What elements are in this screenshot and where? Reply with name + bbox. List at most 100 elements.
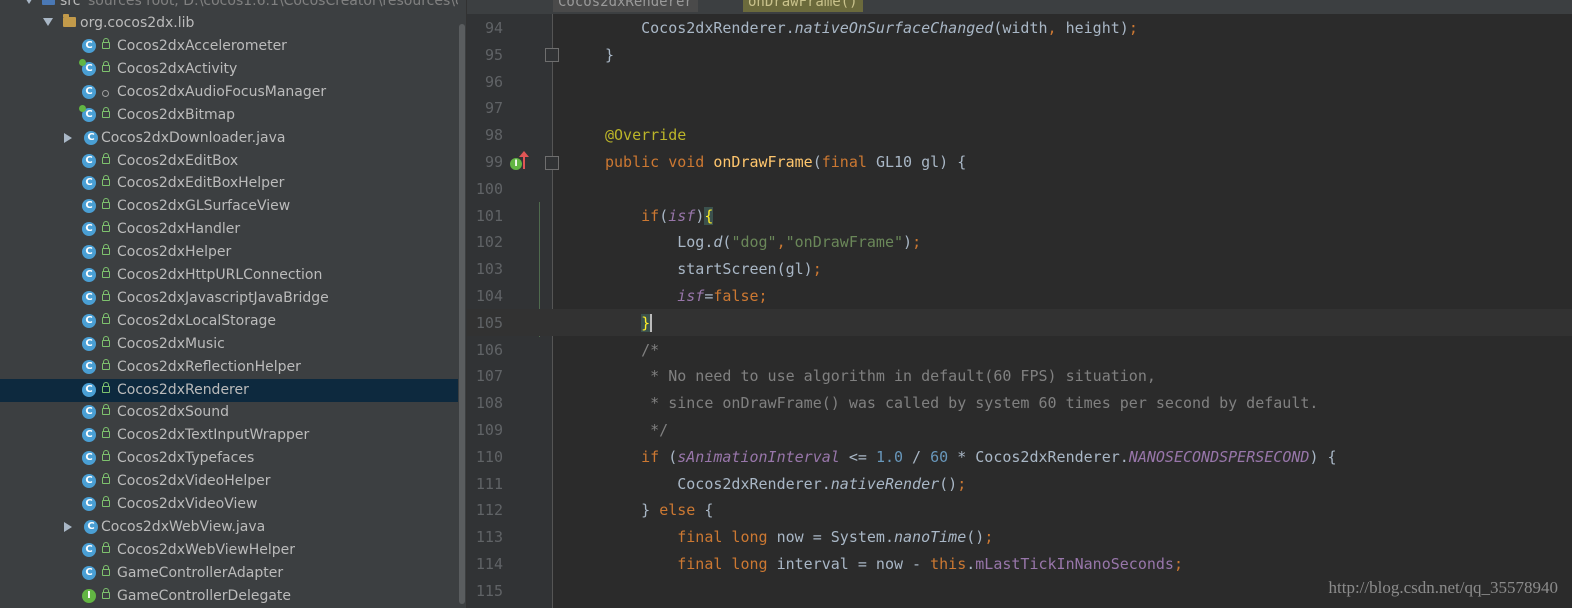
- lock-icon: [102, 175, 110, 187]
- code-line[interactable]: 104 isf=false;: [467, 282, 1572, 309]
- lock-icon: [102, 587, 110, 599]
- tree-item-label: Cocos2dxTypefaces: [117, 450, 255, 467]
- expand-arrow-icon[interactable]: [64, 132, 72, 143]
- code-line[interactable]: 98 @Override: [467, 121, 1572, 148]
- code-token: final: [821, 153, 876, 171]
- code-line[interactable]: 95}: [467, 41, 1572, 68]
- code-line[interactable]: 112 } else {: [467, 496, 1572, 523]
- code-line[interactable]: 96: [467, 68, 1572, 95]
- tree-item[interactable]: C Cocos2dxAccelerometer: [0, 35, 458, 58]
- tree-item[interactable]: C Cocos2dxHandler: [0, 218, 458, 241]
- tree-item[interactable]: C Cocos2dxHelper: [0, 241, 458, 264]
- code-editor[interactable]: I 94 Cocos2dxRenderer.nativeOnSurfaceCha…: [467, 14, 1572, 608]
- tree-item-label: Cocos2dxSound: [117, 404, 230, 421]
- code-text[interactable]: startScreen(gl);: [605, 260, 822, 278]
- code-line[interactable]: 97: [467, 94, 1572, 121]
- code-text[interactable]: Cocos2dxRenderer.nativeRender();: [605, 475, 966, 493]
- expand-arrow-icon[interactable]: [64, 521, 72, 532]
- code-token: this: [930, 555, 967, 573]
- tree-item[interactable]: C Cocos2dxDownloader.java: [0, 127, 458, 150]
- tree-item[interactable]: C Cocos2dxEditBox: [0, 150, 458, 173]
- code-line[interactable]: 105 }: [467, 308, 1572, 336]
- code-line[interactable]: 113 final long now = System.nanoTime();: [467, 523, 1572, 550]
- tree-item[interactable]: C Cocos2dxTypefaces: [0, 447, 458, 470]
- tree-item-label: Cocos2dxGLSurfaceView: [117, 198, 291, 215]
- code-line[interactable]: 114 final long interval = now - this.mLa…: [467, 550, 1572, 577]
- tree-item[interactable]: C Cocos2dxVideoView: [0, 493, 458, 516]
- code-line[interactable]: 108 * since onDrawFrame() was called by …: [467, 389, 1572, 416]
- code-text[interactable]: final long interval = now - this.mLastTi…: [605, 555, 1183, 573]
- code-text[interactable]: final long now = System.nanoTime();: [605, 528, 993, 546]
- tree-item[interactable]: C Cocos2dxEditBoxHelper: [0, 172, 458, 195]
- tree-scrollbar-thumb[interactable]: [459, 24, 465, 604]
- tree-item[interactable]: I GameControllerDelegate: [0, 585, 458, 608]
- class-icon: C: [82, 290, 96, 305]
- tree-item-label: Cocos2dxEditBoxHelper: [117, 175, 285, 192]
- class-icon: C: [82, 474, 96, 489]
- tree-item-label: Cocos2dxActivity: [117, 60, 238, 77]
- code-text[interactable]: } else {: [605, 501, 713, 519]
- breadcrumb-class[interactable]: Cocos2dxRenderer: [553, 0, 698, 12]
- tree-item[interactable]: C Cocos2dxMusic: [0, 333, 458, 356]
- class-icon: C: [82, 313, 96, 328]
- collapse-arrow-icon[interactable]: [43, 18, 53, 26]
- code-line[interactable]: 94 Cocos2dxRenderer.nativeOnSurfaceChang…: [467, 14, 1572, 41]
- code-text[interactable]: if (sAnimationInterval <= 1.0 / 60 * Coc…: [605, 447, 1336, 466]
- code-line[interactable]: 111 Cocos2dxRenderer.nativeRender();: [467, 470, 1572, 497]
- tree-item[interactable]: C Cocos2dxGLSurfaceView: [0, 195, 458, 218]
- tree-item[interactable]: C Cocos2dxVideoHelper: [0, 470, 458, 493]
- code-token: if: [641, 206, 660, 225]
- code-text[interactable]: * since onDrawFrame() was called by syst…: [605, 394, 1318, 412]
- code-text[interactable]: * No need to use algorithm in default(60…: [605, 367, 1156, 385]
- class-icon: C: [82, 153, 96, 168]
- code-text[interactable]: Log.d("dog","onDrawFrame");: [605, 233, 921, 251]
- class-icon: C: [82, 428, 96, 443]
- code-text[interactable]: isf=false;: [605, 287, 767, 305]
- tree-scrollbar[interactable]: [458, 0, 467, 608]
- class-icon: C: [82, 222, 96, 237]
- tree-item[interactable]: C Cocos2dxLocalStorage: [0, 310, 458, 333]
- code-text[interactable]: /*: [605, 341, 659, 359]
- tree-item[interactable]: C Cocos2dxActivity: [0, 58, 458, 81]
- lock-icon: [102, 564, 110, 576]
- code-text[interactable]: @Override: [605, 126, 686, 144]
- tree-item[interactable]: C Cocos2dxRenderer: [0, 378, 458, 402]
- tree-item[interactable]: C GameControllerAdapter: [0, 562, 458, 585]
- code-line[interactable]: 101 if(isf){: [467, 202, 1572, 229]
- code-token: (): [939, 474, 958, 493]
- tree-item[interactable]: C Cocos2dxHttpURLConnection: [0, 264, 458, 287]
- tree-row-package[interactable]: org.cocos2dx.lib: [0, 12, 458, 35]
- breadcrumb-method[interactable]: onDrawFrame(): [743, 0, 863, 12]
- lock-icon: [102, 312, 110, 324]
- code-line[interactable]: 107 * No need to use algorithm in defaul…: [467, 362, 1572, 389]
- tree-item[interactable]: C Cocos2dxReflectionHelper: [0, 356, 458, 379]
- code-line[interactable]: 99 public void onDrawFrame(final GL10 gl)…: [467, 148, 1572, 175]
- code-text[interactable]: */: [605, 421, 668, 439]
- code-line[interactable]: 102 Log.d("dog","onDrawFrame");: [467, 228, 1572, 255]
- tree-item[interactable]: C Cocos2dxJavascriptJavaBridge: [0, 287, 458, 310]
- code-token: false: [713, 287, 759, 305]
- tree-item[interactable]: C Cocos2dxSound: [0, 401, 458, 424]
- code-text[interactable]: public void onDrawFrame(final GL10 gl) {: [605, 153, 966, 171]
- code-text[interactable]: }: [605, 313, 653, 332]
- project-tree[interactable]: src sources root, D:\cocos1.6.1\CocosCre…: [0, 0, 458, 608]
- tree-item[interactable]: C Cocos2dxWebView.java: [0, 516, 458, 539]
- code-text[interactable]: }: [605, 46, 614, 64]
- code-line[interactable]: 100: [467, 175, 1572, 202]
- code-text[interactable]: Cocos2dxRenderer.nativeOnSurfaceChanged(…: [605, 19, 1138, 37]
- tree-item[interactable]: C Cocos2dxWebViewHelper: [0, 539, 458, 562]
- code-token: <=: [839, 447, 876, 466]
- tree-item-label: Cocos2dxHandler: [117, 221, 241, 238]
- lock-icon: [102, 221, 110, 233]
- lock-icon: [102, 335, 110, 347]
- tree-item[interactable]: C Cocos2dxAudioFocusManager: [0, 81, 458, 104]
- code-line[interactable]: 109 */: [467, 416, 1572, 443]
- tree-item[interactable]: C Cocos2dxBitmap: [0, 104, 458, 127]
- code-line[interactable]: 110 if (sAnimationInterval <= 1.0 / 60 *…: [467, 443, 1572, 470]
- code-token: (width: [993, 19, 1048, 37]
- code-line[interactable]: 106 /*: [467, 336, 1572, 363]
- collapse-arrow-icon[interactable]: [24, 0, 34, 4]
- tree-item[interactable]: C Cocos2dxTextInputWrapper: [0, 424, 458, 447]
- code-line[interactable]: 103 startScreen(gl);: [467, 255, 1572, 282]
- code-text[interactable]: if(isf){: [605, 206, 714, 225]
